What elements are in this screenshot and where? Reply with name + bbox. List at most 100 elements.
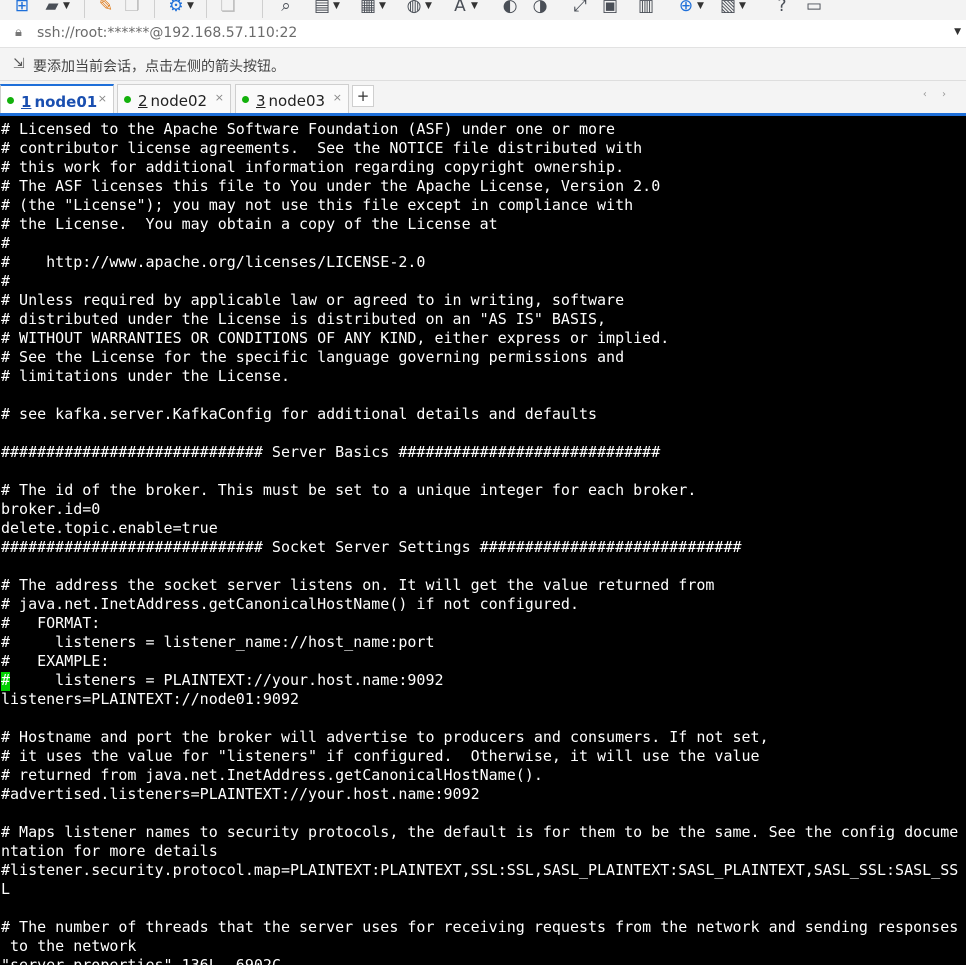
terminal-line: # Licensed to the Apache Software Founda…: [1, 120, 616, 138]
terminal-line: # limitations under the License.: [1, 367, 290, 385]
tab-label: node03: [268, 92, 326, 110]
script-icon: ◑: [532, 0, 548, 16]
fullscreen-icon: ⤢: [573, 0, 587, 16]
terminal-line: # http://www.apache.org/licenses/LICENSE…: [1, 253, 426, 271]
tab-scroll-arrows-icon[interactable]: ‹ ›: [923, 89, 952, 100]
chevron-down-icon[interactable]: ▼: [697, 1, 704, 11]
terminal-line: # the License. You may obtain a copy of …: [1, 215, 498, 233]
xftp-button[interactable]: ◐: [500, 0, 520, 18]
terminal-line: # Unless required by applicable law or a…: [1, 291, 625, 309]
terminal-line: to the network: [1, 937, 137, 955]
keyboard-icon: ▥: [637, 0, 655, 16]
terminal-line: # this work for additional information r…: [1, 158, 625, 176]
chevron-down-icon[interactable]: ▼: [471, 1, 478, 11]
terminal-line: # distributed under the License is distr…: [1, 310, 607, 328]
chat-icon: ▭: [805, 0, 823, 16]
font-icon: A: [454, 0, 466, 16]
find-icon: ⌕: [281, 0, 291, 16]
tab-node03[interactable]: 3 node03 ×: [235, 84, 349, 114]
chevron-down-icon[interactable]: ▼: [333, 1, 340, 11]
terminal-line: # See the License for the specific langu…: [1, 348, 625, 366]
close-icon[interactable]: ×: [333, 91, 342, 104]
terminal-line: # The address the socket server listens …: [1, 576, 715, 594]
tab-label: node01: [34, 93, 98, 111]
session-tab-bar: 1 node01 × 2 node02 × 3 node03 ×: [0, 81, 966, 114]
address-bar[interactable]: 🔒︎ ssh://root:******@192.168.57.110:22 ▼: [0, 21, 966, 48]
font-button[interactable]: A ▼: [450, 0, 478, 18]
chat-button[interactable]: ▭: [804, 0, 824, 18]
connected-status-icon: [124, 96, 131, 103]
find-button[interactable]: ⌕: [276, 0, 296, 18]
lock-button[interactable]: ▣: [600, 0, 620, 18]
chevron-down-icon[interactable]: ▼: [63, 1, 70, 11]
tab-node02[interactable]: 2 node02 ×: [117, 84, 231, 114]
tab-number: 3: [256, 92, 266, 110]
lock-icon: 🔒︎: [15, 25, 22, 40]
layout-button[interactable]: ▦ ▼: [358, 0, 386, 18]
terminal-line: # see kafka.server.KafkaConfig for addit…: [1, 405, 598, 423]
session-hint-text: 要添加当前会话，点击左侧的箭头按钮。: [33, 59, 285, 75]
add-session-button[interactable]: ⊕ ▼: [676, 0, 704, 18]
globe-button[interactable]: ◍ ▼: [404, 0, 432, 18]
chevron-down-icon[interactable]: ▼: [187, 1, 194, 11]
window-button[interactable]: ▧ ▼: [718, 0, 746, 18]
copy-button[interactable]: ❐: [122, 0, 142, 18]
terminal-line: L: [1, 880, 11, 898]
tab-number: 2: [138, 92, 148, 110]
terminal-line: #: [1, 234, 11, 252]
terminal-output[interactable]: # Licensed to the Apache Software Founda…: [0, 116, 966, 965]
connected-status-icon: [7, 97, 14, 104]
terminal-line: delete.topic.enable=true: [1, 519, 218, 537]
close-icon[interactable]: ×: [215, 91, 224, 104]
terminal-line: # The number of threads that the server …: [1, 918, 959, 936]
terminal-line: #: [1, 272, 11, 290]
chevron-down-icon[interactable]: ▼: [739, 1, 746, 11]
terminal-line: # FORMAT:: [1, 614, 101, 632]
terminal-line: # returned from java.net.InetAddress.get…: [1, 766, 543, 784]
terminal-line: # Maps listener names to security protoc…: [1, 823, 959, 841]
edit-pencil-button[interactable]: ✎: [96, 0, 116, 18]
terminal-line: listeners=PLAINTEXT://node01:9092: [1, 690, 300, 708]
tab-node01[interactable]: 1 node01 ×: [0, 84, 114, 114]
chevron-down-icon[interactable]: ▼: [425, 1, 432, 11]
xftp-icon: ◐: [502, 0, 518, 16]
layout-icon: ▦: [359, 0, 377, 16]
paste-icon: ❏: [220, 0, 236, 16]
keyboard-button[interactable]: ▥: [636, 0, 656, 18]
session-hint-icon[interactable]: ⇲: [13, 56, 25, 72]
terminal-line: # WITHOUT WARRANTIES OR CONDITIONS OF AN…: [1, 329, 670, 347]
terminal-line: ############################# Server Bas…: [1, 443, 661, 461]
script-button[interactable]: ◑: [530, 0, 550, 18]
chevron-down-icon[interactable]: ▼: [954, 27, 961, 37]
connected-status-icon: [242, 96, 249, 103]
terminal-line: #listener.security.protocol.map=PLAINTEX…: [1, 861, 959, 879]
open-folder-icon: ▰: [45, 0, 59, 16]
terminal-line: broker.id=0: [1, 500, 101, 518]
settings-icon: ⚙: [168, 0, 184, 16]
fullscreen-button[interactable]: ⤢: [570, 0, 590, 18]
new-session-icon: ⊞: [14, 0, 30, 16]
session-hint-bar: ⇲ 要添加当前会话，点击左侧的箭头按钮。: [0, 48, 966, 81]
terminal-line: # contributor license agreements. See th…: [1, 139, 643, 157]
close-icon[interactable]: ×: [98, 92, 107, 105]
terminal-line: # java.net.InetAddress.getCanonicalHostN…: [1, 595, 579, 613]
paste-button[interactable]: ❏: [218, 0, 238, 18]
terminal-line: ntation for more details: [1, 842, 218, 860]
help-button[interactable]: ?: [772, 0, 792, 18]
tab-number: 1: [21, 93, 32, 111]
open-folder-button[interactable]: ▰ ▼: [42, 0, 70, 18]
printer-icon: ▤: [313, 0, 331, 16]
settings-button[interactable]: ⚙ ▼: [166, 0, 194, 18]
globe-icon: ◍: [406, 0, 422, 16]
terminal-line: # (the "License"); you may not use this …: [1, 196, 634, 214]
toolbar-separator: [262, 0, 263, 18]
address-field[interactable]: ssh://root:******@192.168.57.110:22: [37, 25, 297, 41]
add-tab-button[interactable]: +: [352, 85, 374, 107]
terminal-line: # The id of the broker. This must be set…: [1, 481, 697, 499]
chevron-down-icon[interactable]: ▼: [379, 1, 386, 11]
window-icon: ▧: [719, 0, 737, 16]
edit-pencil-icon: ✎: [98, 0, 114, 16]
new-session-button[interactable]: ⊞: [12, 0, 32, 18]
printer-button[interactable]: ▤ ▼: [312, 0, 340, 18]
terminal-line: #advertised.listeners=PLAINTEXT://your.h…: [1, 785, 480, 803]
